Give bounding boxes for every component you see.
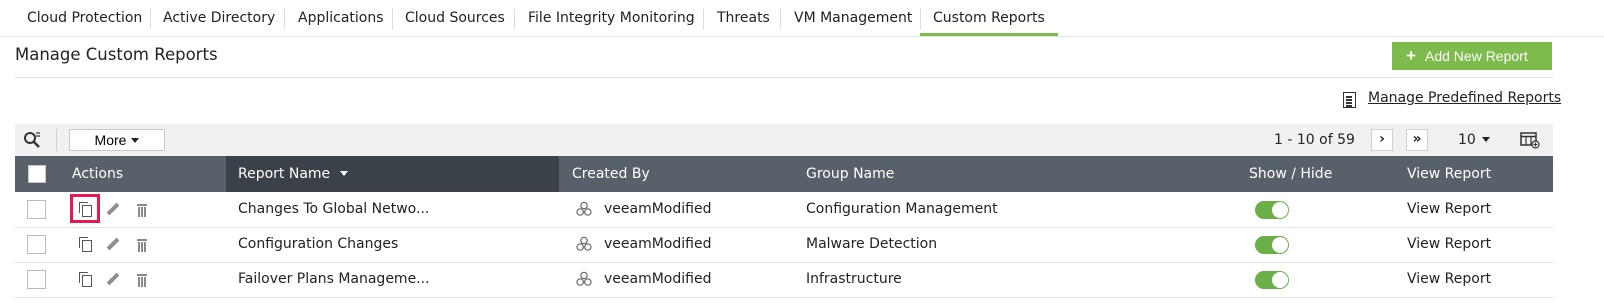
table-row: Failover Plans Manageme... veeamModified… bbox=[15, 262, 1553, 298]
copy-icon[interactable] bbox=[78, 236, 94, 253]
next-page-button[interactable]: › bbox=[1371, 129, 1393, 151]
tab-cloud-protection[interactable]: Cloud Protection bbox=[14, 0, 155, 36]
title-divider bbox=[15, 77, 1553, 78]
tab-vm-management[interactable]: VM Management bbox=[781, 0, 925, 36]
header-view-report: View Report bbox=[1407, 166, 1492, 182]
tab-applications[interactable]: Applications bbox=[285, 0, 397, 36]
manage-predefined-reports-label[interactable]: Manage Predefined Reports bbox=[1368, 90, 1561, 106]
delete-icon[interactable] bbox=[134, 271, 150, 288]
tab-active-directory[interactable]: Active Directory bbox=[150, 0, 288, 36]
header-group-name[interactable]: Group Name bbox=[806, 156, 894, 192]
tab-cloud-sources[interactable]: Cloud Sources bbox=[392, 0, 518, 36]
delete-icon[interactable] bbox=[134, 201, 150, 218]
toolbar-divider bbox=[56, 129, 57, 151]
pagination-text: 1 - 10 of 59 bbox=[1274, 132, 1355, 148]
page-title: Manage Custom Reports bbox=[15, 45, 218, 64]
report-name-cell: Configuration Changes bbox=[238, 236, 399, 252]
delete-icon[interactable] bbox=[134, 236, 150, 253]
header-report-name-label: Report Name bbox=[238, 166, 331, 182]
show-hide-toggle[interactable] bbox=[1255, 236, 1289, 254]
copy-icon[interactable] bbox=[78, 271, 94, 288]
select-all-checkbox[interactable] bbox=[28, 165, 46, 183]
group-name-cell: Configuration Management bbox=[806, 201, 998, 217]
search-filter-icon[interactable] bbox=[23, 131, 41, 149]
column-chooser-icon[interactable] bbox=[1520, 132, 1540, 149]
add-new-report-label: Add New Report bbox=[1425, 48, 1528, 64]
group-name-cell: Malware Detection bbox=[806, 236, 938, 252]
header-created-by[interactable]: Created By bbox=[572, 156, 650, 192]
row-checkbox[interactable] bbox=[27, 270, 46, 289]
chevron-down-icon bbox=[1481, 137, 1490, 142]
edit-icon[interactable] bbox=[105, 271, 121, 288]
report-name-cell: Failover Plans Manageme... bbox=[238, 271, 430, 287]
created-by-cell: veeamModified bbox=[604, 271, 712, 287]
more-dropdown[interactable]: More bbox=[69, 129, 165, 151]
header-show-hide: Show / Hide bbox=[1249, 166, 1333, 182]
table-header: Actions Report Name Created By Group Nam… bbox=[15, 156, 1553, 192]
user-group-icon bbox=[576, 271, 592, 286]
table-toolbar: More 1 - 10 of 59 › » 10 bbox=[15, 124, 1553, 156]
rows-per-page-select[interactable]: 10 bbox=[1458, 124, 1490, 156]
created-by-cell: veeamModified bbox=[604, 201, 712, 217]
table-row: Configuration Changes veeamModified Malw… bbox=[15, 227, 1553, 263]
table-row: Changes To Global Netwo... veeamModified… bbox=[15, 192, 1553, 228]
header-report-name[interactable]: Report Name bbox=[238, 156, 349, 192]
show-hide-toggle[interactable] bbox=[1255, 271, 1289, 289]
header-actions: Actions bbox=[72, 166, 124, 182]
report-list-icon bbox=[1343, 92, 1356, 108]
group-name-cell: Infrastructure bbox=[806, 271, 902, 287]
view-report-link[interactable]: View Report bbox=[1407, 262, 1491, 297]
tab-threats[interactable]: Threats bbox=[704, 0, 783, 36]
edit-icon[interactable] bbox=[105, 201, 121, 218]
tab-custom-reports[interactable]: Custom Reports bbox=[920, 0, 1058, 36]
module-tabs: Cloud Protection Active Directory Applic… bbox=[0, 0, 1604, 37]
rows-per-page-value: 10 bbox=[1458, 132, 1476, 148]
row-checkbox[interactable] bbox=[27, 200, 46, 219]
user-group-icon bbox=[576, 236, 592, 251]
chevron-down-icon bbox=[131, 138, 140, 143]
last-page-button[interactable]: » bbox=[1406, 129, 1428, 151]
show-hide-toggle[interactable] bbox=[1255, 201, 1289, 219]
copy-icon[interactable] bbox=[78, 201, 94, 218]
user-group-icon bbox=[576, 201, 592, 216]
report-name-cell: Changes To Global Netwo... bbox=[238, 201, 430, 217]
more-label: More bbox=[94, 132, 127, 148]
view-report-link[interactable]: View Report bbox=[1407, 192, 1491, 227]
add-new-report-button[interactable]: + Add New Report bbox=[1392, 42, 1552, 70]
plus-icon: + bbox=[1406, 46, 1416, 65]
created-by-cell: veeamModified bbox=[604, 236, 712, 252]
tab-file-integrity-monitoring[interactable]: File Integrity Monitoring bbox=[515, 0, 708, 36]
edit-icon[interactable] bbox=[105, 236, 121, 253]
row-checkbox[interactable] bbox=[27, 235, 46, 254]
view-report-link[interactable]: View Report bbox=[1407, 227, 1491, 262]
sort-desc-icon bbox=[340, 171, 349, 176]
